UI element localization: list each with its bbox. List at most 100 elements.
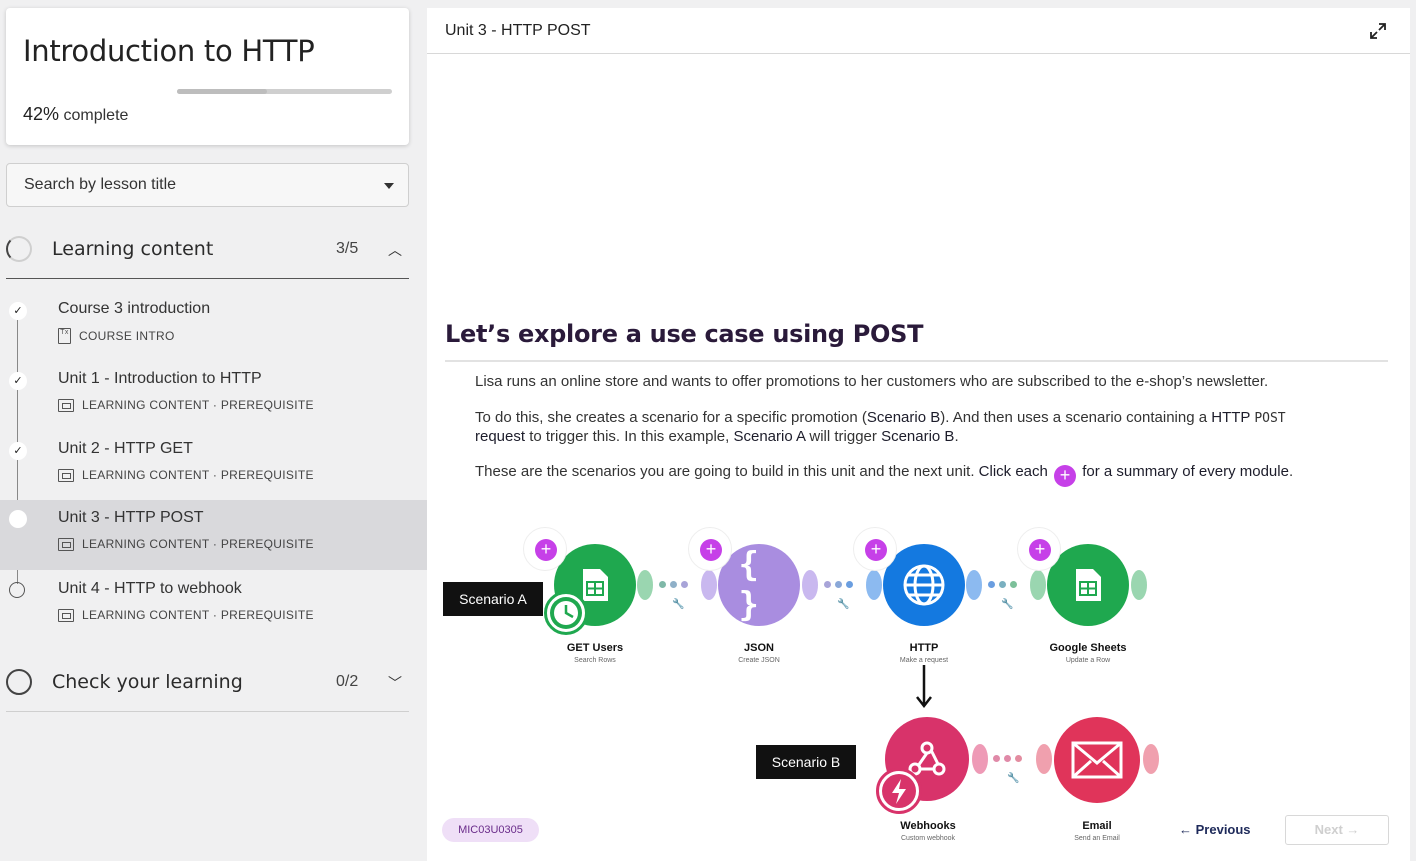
progress-label: complete bbox=[63, 107, 129, 124]
module-subtitle: Send an Email bbox=[1074, 835, 1120, 842]
wrench-icon: 🔧 bbox=[1007, 773, 1020, 784]
chevron-down-icon[interactable]: ﹀ bbox=[388, 673, 402, 693]
scenario-a-label: Scenario A bbox=[443, 582, 543, 616]
module-subtitle: Custom webhook bbox=[900, 835, 956, 842]
module-email[interactable] bbox=[1054, 717, 1140, 803]
previous-label: Previous bbox=[1195, 822, 1251, 837]
text-run: Scenario B bbox=[881, 428, 955, 445]
module-name: HTTP bbox=[909, 642, 939, 654]
lesson-meta: LEARNING CONTENT · PREREQUISITE bbox=[58, 608, 314, 622]
section-learning-content[interactable]: Learning content 3/5 ︿ bbox=[6, 226, 409, 270]
text-run: . bbox=[954, 428, 959, 445]
connector-dots bbox=[993, 755, 1022, 762]
content-header: Unit 3 - HTTP POST bbox=[427, 8, 1410, 54]
lesson-title: Unit 1 - Introduction to HTTP bbox=[58, 370, 262, 387]
section-progress-ring-icon bbox=[6, 236, 32, 262]
arrow-right-icon: → bbox=[1346, 822, 1360, 837]
module-info-button[interactable]: + bbox=[688, 527, 732, 571]
section-check-your-learning[interactable]: Check your learning 0/2 ﹀ bbox=[6, 659, 409, 703]
text-run: These are the scenarios you are going to… bbox=[475, 463, 979, 480]
module-name: Email bbox=[1082, 820, 1112, 832]
lesson-meta-text: LEARNING CONTENT · PREREQUISITE bbox=[82, 468, 314, 482]
chevron-up-icon[interactable]: ︿ bbox=[388, 240, 402, 260]
next-button[interactable]: Next → bbox=[1285, 815, 1389, 845]
connector-ear bbox=[1036, 744, 1052, 774]
progress-bar-fill bbox=[177, 89, 268, 94]
section-divider bbox=[6, 278, 409, 279]
text-run: To do this, she creates a scenario for a… bbox=[475, 409, 867, 426]
content-header-title: Unit 3 - HTTP POST bbox=[445, 22, 591, 39]
lesson-title: Unit 2 - HTTP GET bbox=[58, 440, 193, 457]
text-run: . bbox=[1288, 463, 1294, 480]
plus-icon: + bbox=[1029, 539, 1051, 561]
sheets-icon bbox=[1076, 569, 1101, 601]
lesson-meta: LEARNING CONTENT · PREREQUISITE bbox=[58, 398, 314, 412]
lesson-search-select[interactable]: Search by lesson title bbox=[6, 163, 409, 207]
section-divider bbox=[6, 711, 409, 712]
code-run: POST bbox=[1254, 411, 1286, 426]
course-title: Introduction to HTTP bbox=[23, 34, 315, 68]
circle-empty-icon bbox=[9, 582, 25, 598]
plus-icon: + bbox=[865, 539, 887, 561]
lesson-meta-text: LEARNING CONTENT · PREREQUISITE bbox=[82, 537, 314, 551]
lesson-meta-text: COURSE INTRO bbox=[79, 329, 175, 343]
text-run: HTTP bbox=[1211, 409, 1251, 426]
connector-ear bbox=[637, 570, 653, 600]
connector-ear bbox=[972, 744, 988, 774]
lesson-title: Unit 3 - HTTP POST bbox=[58, 509, 204, 526]
check-icon: ✓ bbox=[9, 442, 27, 460]
module-name: JSON bbox=[744, 642, 774, 654]
section-progress-ring-icon bbox=[6, 669, 32, 695]
text-run: Scenario B bbox=[866, 409, 941, 426]
module-name: Google Sheets bbox=[1049, 642, 1127, 654]
previous-button[interactable]: ← Previous bbox=[1179, 822, 1251, 837]
lesson-code-badge: MIC03U0305 bbox=[442, 818, 539, 842]
section-count: 3/5 bbox=[336, 240, 359, 257]
slides-icon bbox=[58, 398, 74, 412]
paragraph-3: These are the scenarios you are going to… bbox=[475, 463, 1355, 487]
connector-ear bbox=[701, 570, 717, 600]
next-label: Next bbox=[1314, 822, 1343, 837]
plus-icon: + bbox=[700, 539, 722, 561]
lesson-title: Course 3 introduction bbox=[58, 300, 211, 317]
section-count: 0/2 bbox=[336, 673, 359, 690]
plus-icon: + bbox=[535, 539, 557, 561]
json-icon: { } bbox=[738, 545, 759, 625]
paragraph-1: Lisa runs an online store and wants to o… bbox=[475, 373, 1269, 390]
module-name: GET Users bbox=[566, 642, 624, 654]
section-title: Learning content bbox=[52, 238, 214, 260]
slides-icon bbox=[58, 468, 74, 482]
lesson-title: Unit 4 - HTTP to webhook bbox=[58, 580, 242, 597]
document-icon: Tx bbox=[58, 328, 71, 344]
module-name: Webhooks bbox=[900, 820, 956, 832]
module-subtitle: Make a request bbox=[899, 657, 949, 664]
lesson-search-placeholder: Search by lesson title bbox=[24, 176, 177, 193]
module-subtitle: Update a Row bbox=[1065, 657, 1111, 664]
lesson-meta: LEARNING CONTENT · PREREQUISITE bbox=[58, 468, 314, 482]
sheets-icon bbox=[583, 569, 608, 601]
wrench-icon: 🔧 bbox=[672, 599, 685, 610]
arrow-left-icon: ← bbox=[1179, 822, 1192, 837]
text-run: Scenario A bbox=[733, 428, 806, 445]
expand-icon[interactable] bbox=[1368, 21, 1388, 41]
lesson-item[interactable]: ✓ Course 3 introduction Tx COURSE INTRO bbox=[0, 291, 427, 361]
module-info-button[interactable]: + bbox=[853, 527, 897, 571]
slides-icon bbox=[58, 537, 74, 551]
connector-ear bbox=[966, 570, 982, 600]
globe-icon bbox=[903, 564, 945, 606]
module-info-button[interactable]: + bbox=[523, 527, 567, 571]
lesson-item[interactable]: ✓ Unit 2 - HTTP GET LEARNING CONTENT · P… bbox=[0, 431, 427, 501]
scenario-b-label: Scenario B bbox=[756, 745, 856, 779]
lesson-item[interactable]: ✓ Unit 1 - Introduction to HTTP LEARNING… bbox=[0, 361, 427, 431]
lesson-item-current[interactable]: Unit 3 - HTTP POST LEARNING CONTENT · PR… bbox=[0, 500, 427, 570]
lesson-meta: Tx COURSE INTRO bbox=[58, 328, 175, 344]
caret-down-icon bbox=[384, 183, 394, 189]
paragraph-2: To do this, she creates a scenario for a… bbox=[475, 409, 1355, 446]
current-lesson-dot-icon bbox=[9, 510, 27, 528]
connector-ear bbox=[1131, 570, 1147, 600]
module-info-button[interactable]: + bbox=[1017, 527, 1061, 571]
lesson-item[interactable]: Unit 4 - HTTP to webhook LEARNING CONTEN… bbox=[0, 571, 427, 641]
instant-trigger-icon bbox=[876, 768, 922, 814]
connector-dots bbox=[988, 581, 1017, 588]
mail-icon bbox=[1071, 741, 1123, 779]
